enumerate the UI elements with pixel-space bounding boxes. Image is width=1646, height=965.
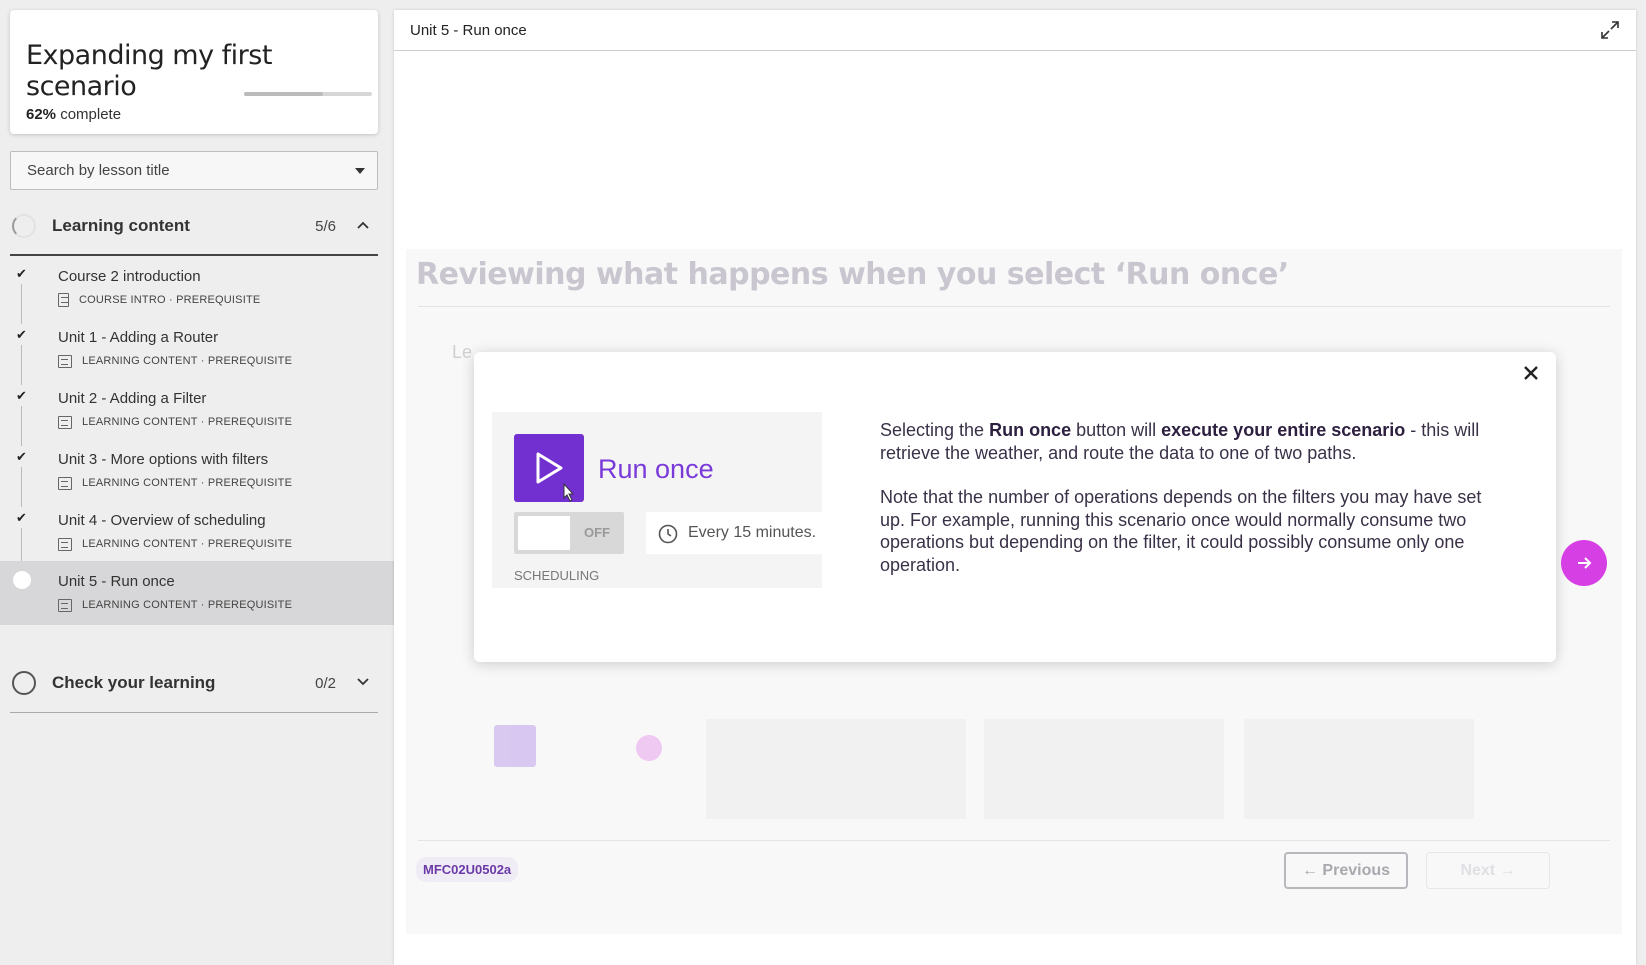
document-icon	[58, 293, 69, 307]
text-span: Selecting the	[880, 420, 990, 440]
lesson-meta: LEARNING CONTENT · PREREQUISITE	[58, 536, 292, 552]
section-count: 0/2	[315, 675, 336, 692]
toggle-state: OFF	[584, 525, 610, 540]
run-once-label: Run once	[598, 454, 714, 484]
check-icon: ✔	[16, 266, 27, 281]
lesson-code-badge: MFC02U0502a	[416, 857, 519, 882]
course-summary-card: Expanding my first scenario 62% complete	[10, 10, 378, 134]
arrow-right-icon	[1578, 557, 1592, 569]
lesson-title: Unit 2 - Adding a Filter	[58, 390, 207, 407]
course-sidebar: Expanding my first scenario 62% complete…	[0, 0, 394, 965]
lesson-title: Unit 1 - Adding a Router	[58, 329, 219, 346]
check-icon: ✔	[16, 510, 27, 525]
slides-icon	[58, 476, 72, 490]
current-lesson-dot-icon	[13, 571, 31, 589]
info-modal: Run once OFF Every 15 minutes. SCHEDULIN…	[474, 352, 1556, 662]
lesson-meta-text: COURSE INTRO · PREREQUISITE	[79, 294, 261, 306]
slides-icon	[58, 354, 72, 368]
lesson-title: Unit 4 - Overview of scheduling	[58, 512, 266, 529]
lesson-meta: LEARNING CONTENT · PREREQUISITE	[58, 597, 292, 613]
lesson-item[interactable]: ✔ Unit 1 - Adding a Router LEARNING CONT…	[0, 317, 394, 385]
course-percent-complete: 62% complete	[26, 106, 121, 123]
lesson-item-active[interactable]: Unit 5 - Run once LEARNING CONTENT · PRE…	[0, 561, 394, 625]
lesson-panel-header: Unit 5 - Run once	[394, 10, 1636, 51]
chevron-up-icon[interactable]	[356, 220, 370, 230]
lesson-meta: LEARNING CONTENT · PREREQUISITE	[58, 475, 292, 491]
caret-down-icon	[355, 168, 365, 174]
next-button[interactable]: Next →	[1426, 852, 1550, 889]
lesson-item[interactable]: ✔ Course 2 introduction COURSE INTRO · P…	[0, 256, 394, 324]
lesson-search-placeholder: Search by lesson title	[27, 162, 170, 179]
schedule-interval-graphic: Every 15 minutes.	[646, 512, 830, 554]
course-progress-bar	[244, 92, 372, 96]
check-icon: ✔	[16, 388, 27, 403]
slides-icon	[58, 415, 72, 429]
section-label: Check your learning	[52, 673, 216, 692]
emphasis-run-once: Run once	[989, 420, 1072, 440]
lesson-meta: LEARNING CONTENT · PREREQUISITE	[58, 353, 292, 369]
play-icon	[494, 725, 536, 767]
expand-icon[interactable]	[1600, 20, 1620, 40]
lesson-title: Unit 5 - Run once	[58, 573, 175, 590]
text-span: button will	[1071, 420, 1162, 440]
lesson-meta: LEARNING CONTENT · PREREQUISITE	[58, 414, 292, 430]
course-percent: 62%	[26, 106, 57, 123]
lesson-meta-text: LEARNING CONTENT · PREREQUISITE	[82, 538, 293, 550]
course-percent-suffix: complete	[60, 106, 122, 123]
section-label: Learning content	[52, 216, 190, 235]
scheduling-label: SCHEDULING	[514, 568, 600, 583]
lesson-meta-text: LEARNING CONTENT · PREREQUISITE	[82, 599, 293, 611]
lesson-search-dropdown[interactable]: Search by lesson title	[10, 151, 378, 190]
chevron-down-icon[interactable]	[356, 677, 370, 687]
slides-icon	[58, 537, 72, 551]
lesson-body-text: Le	[452, 342, 473, 362]
lesson-meta: COURSE INTRO · PREREQUISITE	[58, 292, 260, 308]
plus-icon	[636, 735, 662, 761]
next-slide-button[interactable]	[1561, 540, 1607, 586]
previous-button[interactable]: ← Previous	[1284, 852, 1408, 889]
background-illustration	[484, 649, 1484, 829]
check-icon: ✔	[16, 327, 27, 342]
illustration-block	[1244, 719, 1474, 819]
lesson-meta-text: LEARNING CONTENT · PREREQUISITE	[82, 355, 293, 367]
lesson-panel-title: Unit 5 - Run once	[410, 22, 527, 39]
section-learning-content[interactable]: Learning content 5/6	[10, 208, 378, 256]
slides-icon	[58, 598, 72, 612]
lesson-title: Course 2 introduction	[58, 268, 201, 285]
clock-icon	[658, 524, 678, 544]
lesson-title: Unit 3 - More options with filters	[58, 451, 269, 468]
lesson-heading: Reviewing what happens when you select ‘…	[416, 257, 1289, 292]
section-check-your-learning[interactable]: Check your learning 0/2	[10, 665, 378, 713]
play-button-graphic	[514, 434, 584, 502]
lesson-meta-text: LEARNING CONTENT · PREREQUISITE	[82, 477, 293, 489]
toggle-knob	[518, 516, 570, 550]
progress-ring-icon	[12, 214, 36, 238]
section-count: 5/6	[315, 218, 336, 235]
lesson-item[interactable]: ✔ Unit 4 - Overview of scheduling LEARNI…	[0, 500, 394, 568]
close-icon[interactable]	[1520, 362, 1542, 384]
modal-body: Selecting the Run once button will execu…	[880, 419, 1500, 576]
run-once-illustration: Run once OFF Every 15 minutes. SCHEDULIN…	[492, 412, 830, 588]
illustration-block	[706, 719, 966, 819]
lesson-item[interactable]: ✔ Unit 3 - More options with filters LEA…	[0, 439, 394, 507]
course-progress-fill	[244, 92, 324, 96]
play-icon	[536, 452, 575, 502]
divider	[418, 306, 1610, 307]
lesson-item[interactable]: ✔ Unit 2 - Adding a Filter LEARNING CONT…	[0, 378, 394, 446]
empty-ring-icon	[12, 671, 36, 695]
lesson-meta-text: LEARNING CONTENT · PREREQUISITE	[82, 416, 293, 428]
modal-paragraph-1: Selecting the Run once button will execu…	[880, 419, 1500, 464]
scheduling-toggle-graphic: OFF	[514, 512, 624, 554]
illustration-block	[984, 719, 1224, 819]
divider	[418, 840, 1610, 841]
schedule-interval-text: Every 15 minutes.	[688, 524, 817, 541]
check-icon: ✔	[16, 449, 27, 464]
modal-paragraph-2: Note that the number of operations depen…	[880, 487, 1482, 575]
emphasis-execute: execute your entire scenario	[1161, 420, 1406, 440]
